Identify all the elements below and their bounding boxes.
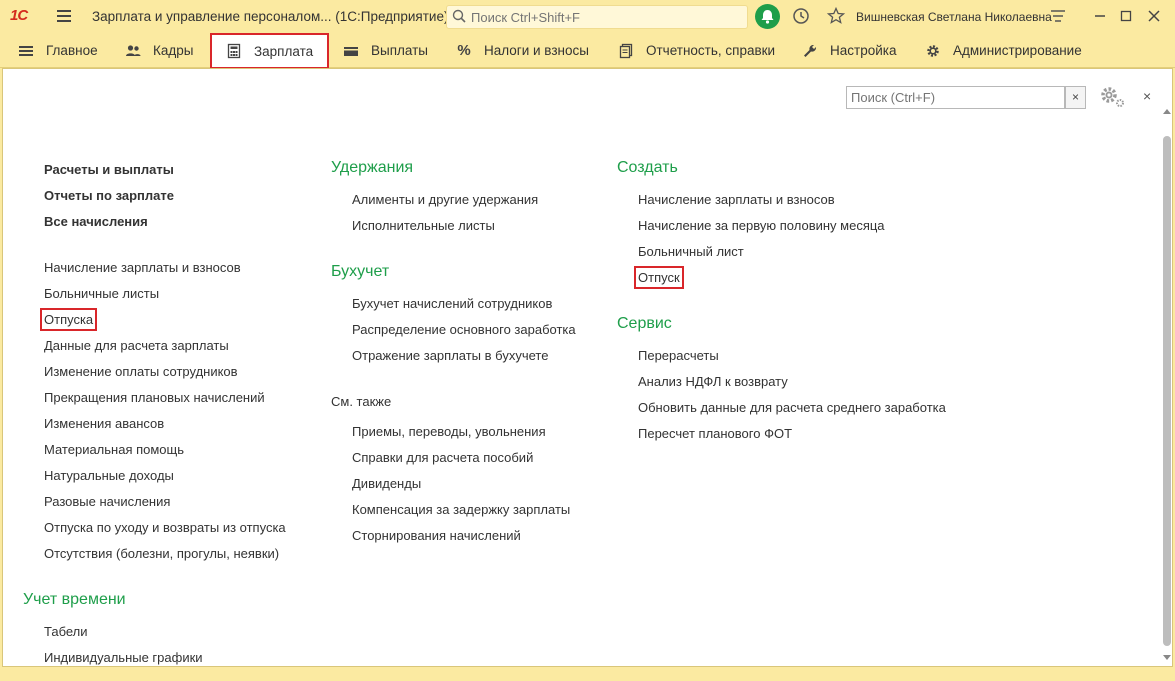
link-accrual-accounting[interactable]: Бухучет начислений сотрудников [352, 296, 552, 311]
panel-search[interactable] [846, 86, 1065, 109]
link-salary-reflection[interactable]: Отражение зарплаты в бухучете [352, 348, 548, 363]
link-calculations-payments[interactable]: Расчеты и выплаты [44, 162, 174, 177]
menu-item-label: Выплаты [371, 43, 428, 58]
panel-search-clear-button[interactable]: × [1065, 86, 1086, 109]
link-vacations[interactable]: Отпуска [39, 308, 98, 331]
panel-search-input[interactable] [847, 87, 1064, 108]
menu-item-hr[interactable]: Кадры [125, 33, 193, 68]
link-material-aid[interactable]: Материальная помощь [44, 442, 184, 457]
maximize-icon[interactable] [1118, 8, 1134, 24]
documents-icon [618, 43, 634, 59]
group-see-also: См. также [331, 394, 392, 409]
app-logo: 1С [10, 7, 28, 24]
sections-menu-bar: Главное Кадры Зарплата Выплаты % Налоги … [0, 33, 1175, 69]
link-timesheets[interactable]: Табели [44, 624, 88, 639]
main-menu-icon[interactable] [57, 10, 71, 22]
calculator-icon [226, 43, 242, 59]
link-planned-accrual-stops[interactable]: Прекращения плановых начислений [44, 390, 265, 405]
link-pay-changes[interactable]: Изменение оплаты сотрудников [44, 364, 238, 379]
menu-item-label: Администрирование [953, 43, 1082, 58]
link-one-time-accruals[interactable]: Разовые начисления [44, 494, 170, 509]
menu-item-payments[interactable]: Выплаты [343, 33, 428, 68]
global-search-input[interactable] [471, 8, 741, 26]
link-update-average-earnings[interactable]: Обновить данные для расчета среднего зар… [638, 400, 946, 415]
menu-item-label: Отчетность, справки [646, 43, 776, 58]
global-search[interactable] [446, 5, 748, 29]
menu-item-taxes[interactable]: % Налоги и взносы [456, 33, 589, 68]
menu-item-administration[interactable]: Администрирование [925, 33, 1082, 68]
percent-icon: % [457, 42, 471, 59]
link-dividends[interactable]: Дивиденды [352, 476, 421, 491]
history-icon[interactable] [791, 6, 811, 26]
panel-settings-gear-icon[interactable] [1097, 84, 1127, 110]
menu-item-salary[interactable]: Зарплата [210, 33, 330, 69]
title-bar: 1С Зарплата и управление персоналом... (… [0, 0, 1175, 33]
menu-item-label: Налоги и взносы [484, 43, 589, 58]
user-name[interactable]: Вишневская Светлана Николаевна [856, 10, 1052, 24]
link-sick-leaves[interactable]: Больничные листы [44, 286, 159, 301]
favorites-star-icon[interactable] [826, 6, 846, 26]
scroll-down-arrow-icon[interactable] [1163, 655, 1171, 660]
menu-item-main[interactable]: Главное [18, 33, 98, 68]
link-create-vacation[interactable]: Отпуск [634, 266, 684, 289]
link-salary-reports[interactable]: Отчеты по зарплате [44, 188, 174, 203]
link-benefit-certificates[interactable]: Справки для расчета пособий [352, 450, 533, 465]
link-individual-schedules[interactable]: Индивидуальные графики [44, 650, 203, 665]
link-recalculations[interactable]: Перерасчеты [638, 348, 719, 363]
link-ndfl-refund-analysis[interactable]: Анализ НДФЛ к возврату [638, 374, 788, 389]
group-accounting: Бухучет [331, 263, 390, 280]
menu-item-label: Кадры [153, 43, 194, 58]
menu-item-reports[interactable]: Отчетность, справки [618, 33, 775, 68]
link-advance-changes[interactable]: Изменения авансов [44, 416, 164, 431]
link-writs[interactable]: Исполнительные листы [352, 218, 495, 233]
group-time-tracking: Учет времени [23, 591, 126, 608]
menu-item-label: Зарплата [254, 43, 314, 59]
link-late-pay-compensation[interactable]: Компенсация за задержку зарплаты [352, 502, 570, 517]
group-deductions: Удержания [331, 159, 414, 176]
settings-lines-icon[interactable] [1048, 6, 1068, 26]
hamburger-icon [18, 43, 34, 59]
scroll-thumb[interactable] [1163, 136, 1171, 646]
wallet-icon [343, 43, 359, 59]
wrench-icon [802, 43, 818, 59]
link-create-first-half-accrual[interactable]: Начисление за первую половину месяца [638, 218, 885, 233]
link-hirings-transfers[interactable]: Приемы, переводы, увольнения [352, 424, 546, 439]
link-in-kind-income[interactable]: Натуральные доходы [44, 468, 174, 483]
link-alimony[interactable]: Алименты и другие удержания [352, 192, 538, 207]
link-salary-accrual[interactable]: Начисление зарплаты и взносов [44, 260, 241, 275]
group-create: Создать [617, 159, 678, 176]
link-salary-calc-data[interactable]: Данные для расчета зарплаты [44, 338, 229, 353]
bottom-status-strip [0, 667, 1175, 681]
close-window-icon[interactable] [1146, 8, 1162, 24]
link-absences[interactable]: Отсутствия (болезни, прогулы, неявки) [44, 546, 279, 561]
panel-close-button[interactable]: × [1143, 88, 1151, 104]
group-service: Сервис [617, 315, 672, 332]
gear-icon [925, 43, 941, 59]
link-planned-payroll-recalc[interactable]: Пересчет планового ФОТ [638, 426, 792, 441]
link-earnings-distribution[interactable]: Распределение основного заработка [352, 322, 576, 337]
scroll-up-arrow-icon[interactable] [1163, 109, 1171, 114]
menu-item-label: Главное [46, 43, 98, 58]
people-icon [125, 43, 141, 59]
link-parental-leave[interactable]: Отпуска по уходу и возвраты из отпуска [44, 520, 286, 535]
section-panel: × × Расчеты и выплаты Отчеты по зарплате… [2, 68, 1173, 667]
link-create-salary-accrual[interactable]: Начисление зарплаты и взносов [638, 192, 835, 207]
window-title: Зарплата и управление персоналом... (1С:… [92, 9, 449, 24]
vertical-scrollbar[interactable] [1161, 109, 1172, 666]
minimize-icon[interactable] [1092, 8, 1108, 24]
search-icon [452, 9, 466, 23]
menu-item-settings[interactable]: Настройка [802, 33, 896, 68]
link-accrual-reversals[interactable]: Сторнирования начислений [352, 528, 521, 543]
notifications-bell-icon[interactable] [755, 4, 780, 29]
link-create-sick-leave[interactable]: Больничный лист [638, 244, 744, 259]
menu-item-label: Настройка [830, 43, 897, 58]
link-all-accruals[interactable]: Все начисления [44, 214, 148, 229]
